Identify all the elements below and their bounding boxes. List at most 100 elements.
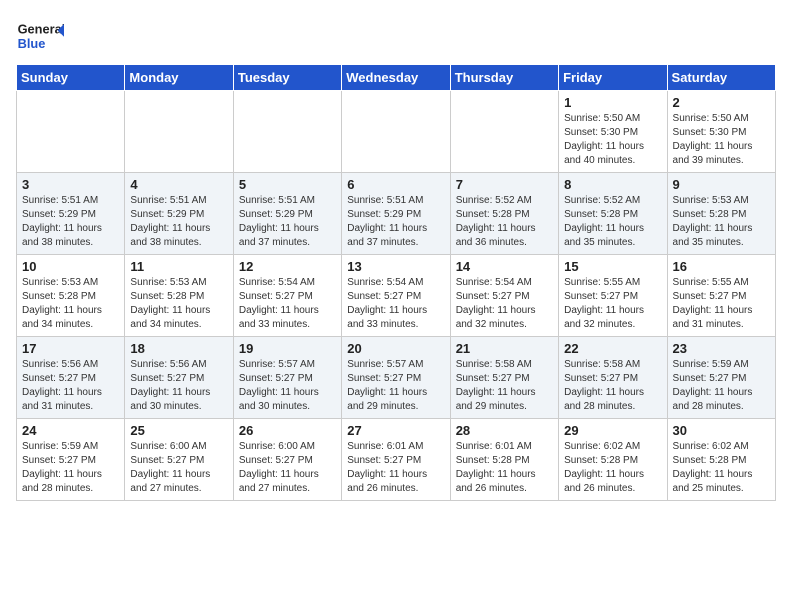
calendar-week-row: 1 Sunrise: 5:50 AM Sunset: 5:30 PM Daylig… [17, 91, 776, 173]
calendar-week-row: 10 Sunrise: 5:53 AM Sunset: 5:28 PM Dayli… [17, 255, 776, 337]
day-info: Sunrise: 6:01 AM Sunset: 5:28 PM Dayligh… [456, 440, 553, 496]
day-number: 29 [564, 423, 661, 438]
day-info: Sunrise: 5:51 AM Sunset: 5:29 PM Dayligh… [347, 194, 444, 250]
day-number: 9 [673, 177, 770, 192]
day-number: 19 [239, 341, 336, 356]
day-number: 13 [347, 259, 444, 274]
day-number: 12 [239, 259, 336, 274]
day-number: 22 [564, 341, 661, 356]
calendar-cell: 5 Sunrise: 5:51 AM Sunset: 5:29 PM Daylig… [233, 173, 341, 255]
day-info: Sunrise: 5:56 AM Sunset: 5:27 PM Dayligh… [130, 358, 227, 414]
svg-text:General: General [18, 22, 64, 37]
calendar-cell: 25 Sunrise: 6:00 AM Sunset: 5:27 PM Dayli… [125, 419, 233, 501]
day-number: 5 [239, 177, 336, 192]
weekday-header: Thursday [450, 65, 558, 91]
day-number: 7 [456, 177, 553, 192]
page-header: General Blue [16, 16, 776, 56]
calendar-cell: 13 Sunrise: 5:54 AM Sunset: 5:27 PM Dayli… [342, 255, 450, 337]
calendar-table: SundayMondayTuesdayWednesdayThursdayFrid… [16, 64, 776, 501]
day-info: Sunrise: 5:57 AM Sunset: 5:27 PM Dayligh… [239, 358, 336, 414]
calendar-cell: 11 Sunrise: 5:53 AM Sunset: 5:28 PM Dayli… [125, 255, 233, 337]
calendar-cell: 27 Sunrise: 6:01 AM Sunset: 5:27 PM Dayli… [342, 419, 450, 501]
calendar-cell: 28 Sunrise: 6:01 AM Sunset: 5:28 PM Dayli… [450, 419, 558, 501]
calendar-week-row: 24Sunrise: 5:59 AM Sunset: 5:27 PM Dayli… [17, 419, 776, 501]
day-info: Sunrise: 5:53 AM Sunset: 5:28 PM Dayligh… [22, 276, 119, 332]
calendar-cell: 18 Sunrise: 5:56 AM Sunset: 5:27 PM Dayli… [125, 337, 233, 419]
day-info: Sunrise: 5:56 AM Sunset: 5:27 PM Dayligh… [22, 358, 119, 414]
calendar-cell [125, 91, 233, 173]
day-number: 1 [564, 95, 661, 110]
day-number: 8 [564, 177, 661, 192]
day-number: 3 [22, 177, 119, 192]
calendar-cell: 12 Sunrise: 5:54 AM Sunset: 5:27 PM Dayli… [233, 255, 341, 337]
weekday-header: Saturday [667, 65, 775, 91]
day-number: 26 [239, 423, 336, 438]
calendar-cell: 14Sunrise: 5:54 AM Sunset: 5:27 PM Dayli… [450, 255, 558, 337]
logo-icon: General Blue [16, 16, 64, 56]
day-number: 20 [347, 341, 444, 356]
calendar-cell: 29 Sunrise: 6:02 AM Sunset: 5:28 PM Dayli… [559, 419, 667, 501]
calendar-cell: 1 Sunrise: 5:50 AM Sunset: 5:30 PM Daylig… [559, 91, 667, 173]
day-info: Sunrise: 6:01 AM Sunset: 5:27 PM Dayligh… [347, 440, 444, 496]
day-info: Sunrise: 5:54 AM Sunset: 5:27 PM Dayligh… [239, 276, 336, 332]
day-info: Sunrise: 5:53 AM Sunset: 5:28 PM Dayligh… [130, 276, 227, 332]
day-info: Sunrise: 5:54 AM Sunset: 5:27 PM Dayligh… [347, 276, 444, 332]
day-number: 4 [130, 177, 227, 192]
day-number: 28 [456, 423, 553, 438]
day-number: 15 [564, 259, 661, 274]
day-info: Sunrise: 5:58 AM Sunset: 5:27 PM Dayligh… [564, 358, 661, 414]
day-info: Sunrise: 6:02 AM Sunset: 5:28 PM Dayligh… [564, 440, 661, 496]
day-number: 16 [673, 259, 770, 274]
calendar-cell [17, 91, 125, 173]
day-number: 18 [130, 341, 227, 356]
calendar-cell: 24Sunrise: 5:59 AM Sunset: 5:27 PM Dayli… [17, 419, 125, 501]
calendar-cell: 8 Sunrise: 5:52 AM Sunset: 5:28 PM Daylig… [559, 173, 667, 255]
day-info: Sunrise: 5:51 AM Sunset: 5:29 PM Dayligh… [22, 194, 119, 250]
day-number: 2 [673, 95, 770, 110]
day-number: 11 [130, 259, 227, 274]
calendar-cell [342, 91, 450, 173]
calendar-cell: 23Sunrise: 5:59 AM Sunset: 5:27 PM Dayli… [667, 337, 775, 419]
day-info: Sunrise: 5:51 AM Sunset: 5:29 PM Dayligh… [239, 194, 336, 250]
day-info: Sunrise: 5:58 AM Sunset: 5:27 PM Dayligh… [456, 358, 553, 414]
day-info: Sunrise: 5:50 AM Sunset: 5:30 PM Dayligh… [564, 112, 661, 168]
day-info: Sunrise: 5:55 AM Sunset: 5:27 PM Dayligh… [564, 276, 661, 332]
calendar-cell: 3 Sunrise: 5:51 AM Sunset: 5:29 PM Daylig… [17, 173, 125, 255]
weekday-header: Friday [559, 65, 667, 91]
day-info: Sunrise: 5:52 AM Sunset: 5:28 PM Dayligh… [564, 194, 661, 250]
day-info: Sunrise: 5:51 AM Sunset: 5:29 PM Dayligh… [130, 194, 227, 250]
day-info: Sunrise: 6:02 AM Sunset: 5:28 PM Dayligh… [673, 440, 770, 496]
calendar-cell: 9 Sunrise: 5:53 AM Sunset: 5:28 PM Daylig… [667, 173, 775, 255]
calendar-cell: 22 Sunrise: 5:58 AM Sunset: 5:27 PM Dayli… [559, 337, 667, 419]
calendar-cell: 16 Sunrise: 5:55 AM Sunset: 5:27 PM Dayli… [667, 255, 775, 337]
day-info: Sunrise: 6:00 AM Sunset: 5:27 PM Dayligh… [130, 440, 227, 496]
day-number: 25 [130, 423, 227, 438]
day-number: 30 [673, 423, 770, 438]
weekday-header: Monday [125, 65, 233, 91]
day-number: 6 [347, 177, 444, 192]
calendar-week-row: 17 Sunrise: 5:56 AM Sunset: 5:27 PM Dayli… [17, 337, 776, 419]
weekday-header: Wednesday [342, 65, 450, 91]
day-number: 14 [456, 259, 553, 274]
calendar-cell: 7Sunrise: 5:52 AM Sunset: 5:28 PM Daylig… [450, 173, 558, 255]
calendar-cell: 2 Sunrise: 5:50 AM Sunset: 5:30 PM Daylig… [667, 91, 775, 173]
calendar-cell: 10 Sunrise: 5:53 AM Sunset: 5:28 PM Dayli… [17, 255, 125, 337]
calendar-header-row: SundayMondayTuesdayWednesdayThursdayFrid… [17, 65, 776, 91]
day-info: Sunrise: 5:50 AM Sunset: 5:30 PM Dayligh… [673, 112, 770, 168]
calendar-cell: 19 Sunrise: 5:57 AM Sunset: 5:27 PM Dayli… [233, 337, 341, 419]
weekday-header: Sunday [17, 65, 125, 91]
day-info: Sunrise: 5:53 AM Sunset: 5:28 PM Dayligh… [673, 194, 770, 250]
calendar-cell: 21Sunrise: 5:58 AM Sunset: 5:27 PM Dayli… [450, 337, 558, 419]
svg-text:Blue: Blue [18, 36, 46, 51]
calendar-cell: 15 Sunrise: 5:55 AM Sunset: 5:27 PM Dayli… [559, 255, 667, 337]
day-number: 27 [347, 423, 444, 438]
day-number: 24 [22, 423, 119, 438]
day-number: 17 [22, 341, 119, 356]
day-number: 10 [22, 259, 119, 274]
day-info: Sunrise: 5:55 AM Sunset: 5:27 PM Dayligh… [673, 276, 770, 332]
weekday-header: Tuesday [233, 65, 341, 91]
day-info: Sunrise: 6:00 AM Sunset: 5:27 PM Dayligh… [239, 440, 336, 496]
calendar-cell: 17 Sunrise: 5:56 AM Sunset: 5:27 PM Dayli… [17, 337, 125, 419]
calendar-cell: 20Sunrise: 5:57 AM Sunset: 5:27 PM Dayli… [342, 337, 450, 419]
day-info: Sunrise: 5:59 AM Sunset: 5:27 PM Dayligh… [673, 358, 770, 414]
